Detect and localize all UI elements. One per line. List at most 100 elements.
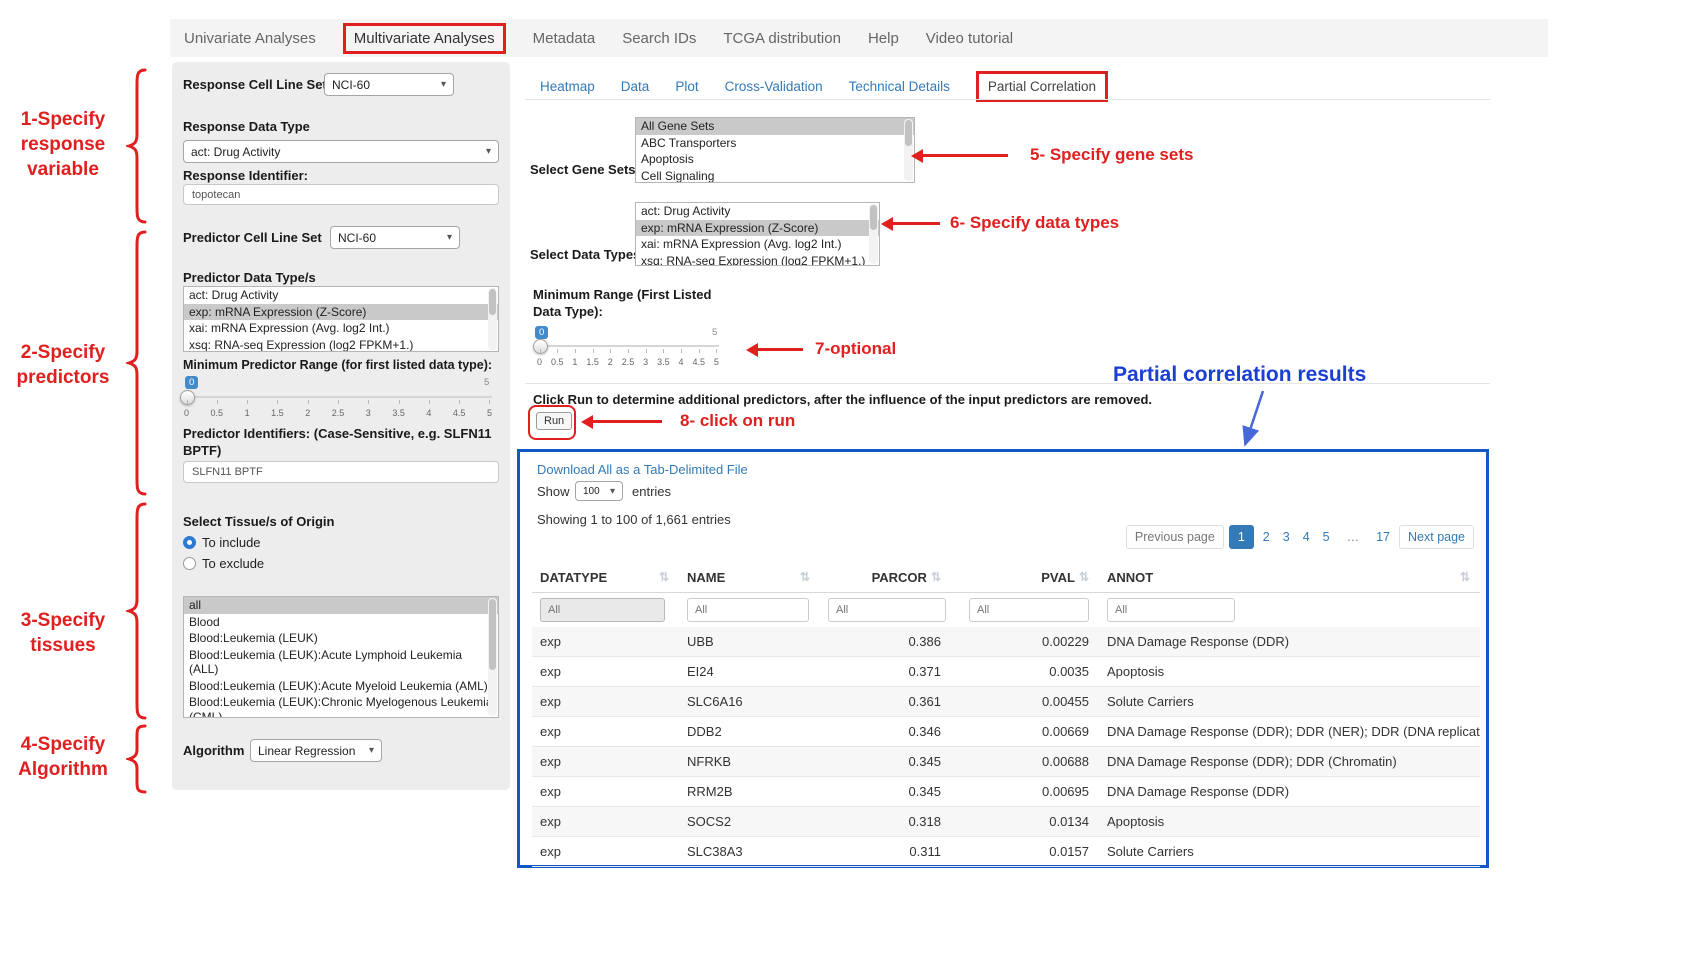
response-cell-line-set-select[interactable]: NCI-60 ▾ [324,73,454,96]
option-all-leukemia[interactable]: Blood:Leukemia (LEUK):Acute Lymphoid Leu… [184,647,498,678]
input-sidebar: Response Cell Line Set NCI-60 ▾ Response… [172,62,510,790]
sort-icon[interactable]: ⇅ [1079,570,1089,584]
scrollbar-thumb[interactable] [905,120,912,146]
algorithm-select[interactable]: Linear Regression ▾ [250,739,382,762]
cell-parcor: 0.311 [820,844,943,859]
table-row[interactable]: exp UBB 0.386 0.00229 DNA Damage Respons… [532,627,1480,657]
filter-parcor-input[interactable] [828,598,946,622]
brace-step4 [126,724,148,794]
page-17-button[interactable]: 17 [1372,526,1394,548]
table-row[interactable]: exp DDB2 0.346 0.00669 DNA Damage Respon… [532,717,1480,747]
option-cell-signaling[interactable]: Cell Signaling [636,168,914,184]
predictor-cell-line-set-select[interactable]: NCI-60 ▾ [330,226,460,249]
column-header-parcor[interactable]: PARCOR ⇅ [820,570,943,585]
tab-data[interactable]: Data [621,79,650,94]
option-exp-mrna-zscore[interactable]: exp: mRNA Expression (Z-Score) [636,220,879,237]
option-xai-mrna-avg[interactable]: xai: mRNA Expression (Avg. log2 Int.) [636,236,879,253]
tab-plot[interactable]: Plot [675,79,698,94]
option-act-drug-activity[interactable]: act: Drug Activity [184,287,498,304]
filter-annot-input[interactable] [1107,598,1235,622]
option-abc-transporters[interactable]: ABC Transporters [636,135,914,152]
annotation-results-heading: Partial correlation results [1113,363,1366,387]
slider-tick: 2 [608,357,613,367]
download-all-link[interactable]: Download All as a Tab-Delimited File [537,462,748,477]
cell-parcor: 0.345 [820,784,943,799]
table-row[interactable]: exp SOCS2 0.318 0.0134 Apoptosis [532,807,1480,837]
nav-help[interactable]: Help [868,30,899,47]
cell-datatype: exp [532,814,679,829]
nav-tcga-distribution[interactable]: TCGA distribution [723,30,841,47]
min-range-label-line1: Minimum Range (First Listed [533,287,711,302]
sort-icon[interactable]: ⇅ [800,570,810,584]
radio-to-exclude[interactable]: To exclude [183,556,264,571]
table-row[interactable]: exp SLC6A16 0.361 0.00455 Solute Carrier… [532,687,1480,717]
min-range-slider-handle[interactable] [533,339,548,354]
option-xai-mrna-avg[interactable]: xai: mRNA Expression (Avg. log2 Int.) [184,320,498,337]
slider-tick: 0.5 [211,408,224,418]
previous-page-button[interactable]: Previous page [1126,525,1224,549]
predictor-identifiers-input[interactable] [183,461,499,483]
arrow-step5 [922,154,1008,157]
scrollbar[interactable] [488,598,497,716]
table-row[interactable]: exp SLC38A3 0.311 0.0157 Solute Carriers [532,837,1480,867]
nav-univariate-analyses[interactable]: Univariate Analyses [184,30,316,47]
option-leukemia[interactable]: Blood:Leukemia (LEUK) [184,630,498,647]
page-5-button[interactable]: 5 [1319,526,1334,548]
page-3-button[interactable]: 3 [1279,526,1294,548]
sort-icon[interactable]: ⇅ [931,570,941,584]
option-all-gene-sets[interactable]: All Gene Sets [636,118,914,135]
cell-parcor: 0.361 [820,694,943,709]
sort-icon[interactable]: ⇅ [659,570,669,584]
table-row[interactable]: exp RRM2B 0.345 0.00695 DNA Damage Respo… [532,777,1480,807]
min-range-slider-track[interactable] [537,345,719,347]
option-blood[interactable]: Blood [184,614,498,631]
nav-multivariate-analyses[interactable]: Multivariate Analyses [343,23,506,54]
filter-pval-input[interactable] [969,598,1089,622]
annotation-step3: 3-Specify tissues [4,608,122,658]
option-apoptosis[interactable]: Apoptosis [636,151,914,168]
option-xsq-rnaseq[interactable]: xsq: RNA-seq Expression (log2 FPKM+1.) [184,337,498,353]
slider-tick: 4 [426,408,431,418]
scrollbar-thumb[interactable] [489,599,496,670]
column-header-annot[interactable]: ANNOT ⇅ [1091,570,1480,585]
radio-to-include[interactable]: To include [183,535,261,550]
slider-tick-labels: 0 0.5 1 1.5 2 2.5 3 3.5 4 4.5 5 [184,408,492,418]
filter-name-input[interactable] [687,598,809,622]
column-header-name[interactable]: NAME ⇅ [679,570,820,585]
radio-to-exclude-label: To exclude [202,556,264,571]
tab-cross-validation[interactable]: Cross-Validation [725,79,823,94]
table-row[interactable]: exp NFRKB 0.345 0.00688 DNA Damage Respo… [532,747,1480,777]
nav-metadata[interactable]: Metadata [533,30,596,47]
slider-tick: 1 [245,408,250,418]
scrollbar-thumb[interactable] [870,205,877,230]
scrollbar-thumb[interactable] [489,289,496,315]
nav-search-ids[interactable]: Search IDs [622,30,696,47]
sort-icon[interactable]: ⇅ [1460,570,1470,584]
page-4-button[interactable]: 4 [1299,526,1314,548]
option-exp-mrna-zscore[interactable]: exp: mRNA Expression (Z-Score) [184,304,498,321]
tab-technical-details[interactable]: Technical Details [849,79,950,94]
option-all-tissues[interactable]: all [184,597,498,614]
filter-datatype-input[interactable] [540,598,665,622]
option-xsq-rnaseq[interactable]: xsq: RNA-seq Expression (log2 FPKM+1.) [636,253,879,267]
predictor-range-slider-track[interactable] [184,396,492,398]
scrollbar[interactable] [869,204,878,264]
table-row[interactable]: exp EI24 0.371 0.0035 Apoptosis [532,657,1480,687]
page-1-button[interactable]: 1 [1229,525,1254,549]
nav-video-tutorial[interactable]: Video tutorial [926,30,1013,47]
scrollbar[interactable] [488,288,497,350]
tab-partial-correlation[interactable]: Partial Correlation [976,71,1108,102]
tab-heatmap[interactable]: Heatmap [540,79,595,94]
option-act-drug-activity[interactable]: act: Drug Activity [636,203,879,220]
option-aml-leukemia[interactable]: Blood:Leukemia (LEUK):Acute Myeloid Leuk… [184,678,498,695]
page-2-button[interactable]: 2 [1259,526,1274,548]
response-identifier-input[interactable] [183,184,499,205]
response-data-type-select[interactable]: act: Drug Activity ▾ [183,140,499,163]
column-header-pval[interactable]: PVAL ⇅ [943,570,1091,585]
column-header-datatype[interactable]: DATATYPE ⇅ [532,570,679,585]
slider-tick: 5 [714,357,719,367]
next-page-button[interactable]: Next page [1399,525,1474,549]
predictor-range-slider-handle[interactable] [180,390,195,405]
option-cml-leukemia[interactable]: Blood:Leukemia (LEUK):Chronic Myelogenou… [184,694,498,718]
show-entries-select[interactable]: 100 ▾ [575,481,623,501]
